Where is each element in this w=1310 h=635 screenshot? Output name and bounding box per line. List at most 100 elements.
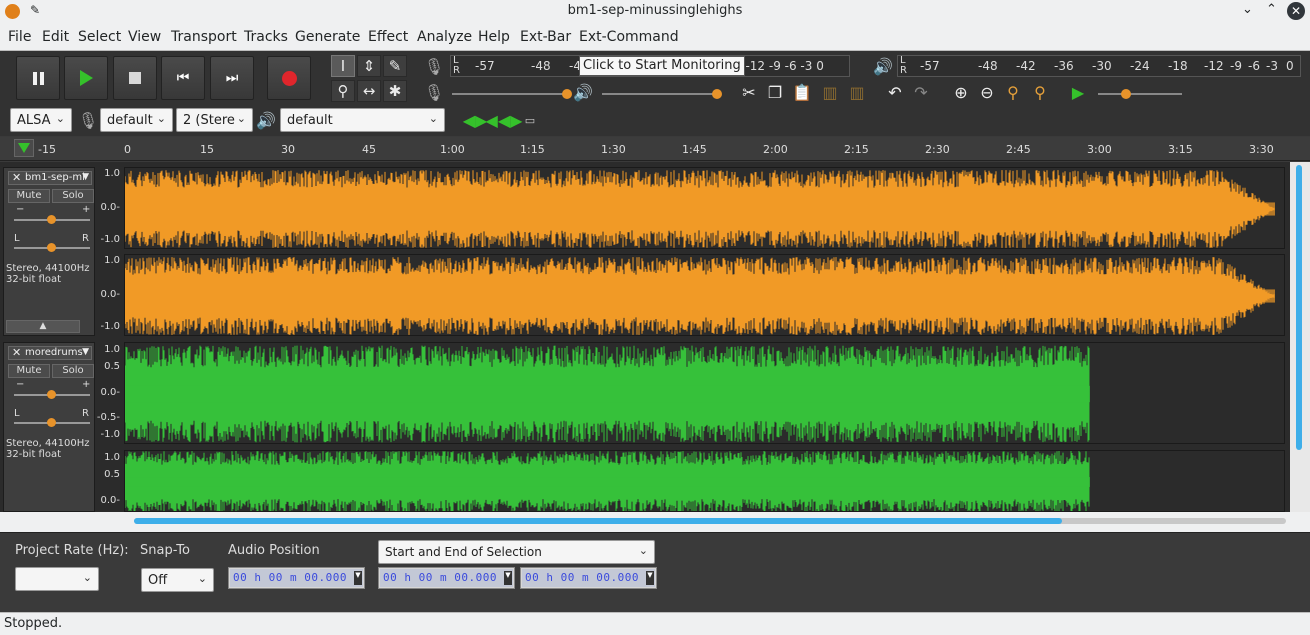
mute-button[interactable]: Mute xyxy=(8,364,50,378)
project-rate-label: Project Rate (Hz): xyxy=(15,543,129,558)
undo-icon[interactable]: ↶ xyxy=(883,80,907,104)
waveform-channel[interactable] xyxy=(124,450,1285,512)
time-format-arrow-icon[interactable]: ▼ xyxy=(504,571,512,585)
menu-ext-command[interactable]: Ext-Command xyxy=(579,29,679,45)
vertical-scroll-thumb[interactable] xyxy=(1296,165,1302,450)
time-format-arrow-icon[interactable]: ▼ xyxy=(354,571,362,585)
time-format-arrow-icon[interactable]: ▼ xyxy=(646,571,654,585)
chevron-down-icon: ⌄ xyxy=(82,571,92,584)
track-name-menu[interactable]: ✕ bm1-sep-mi ▼ xyxy=(8,171,92,185)
close-icon[interactable]: ✕ xyxy=(1287,2,1305,20)
track-control-panel: ✕ bm1-sep-mi ▼ Mute Solo − + L R Stereo, 4… xyxy=(3,167,95,336)
menu-select[interactable]: Select xyxy=(78,29,121,45)
selection-end-field[interactable]: 00 h 00 m 00.000 s ▼ xyxy=(520,567,657,589)
play-speed-slider[interactable] xyxy=(1098,89,1182,99)
project-rate-select[interactable]: ⌄ xyxy=(15,567,99,591)
pause-icon xyxy=(32,71,44,85)
zoom-out-icon[interactable]: ⊖ xyxy=(975,80,999,104)
menu-tracks[interactable]: Tracks xyxy=(244,29,288,45)
skip-start-button[interactable]: ⏮ xyxy=(161,56,205,100)
waveform-channel[interactable] xyxy=(124,342,1285,444)
silence-icon[interactable]: ▥ xyxy=(845,80,869,104)
gain-slider[interactable] xyxy=(14,215,90,224)
record-button[interactable] xyxy=(267,56,311,100)
double-arrow-icon: ↔ xyxy=(362,82,376,100)
pencil-icon: ✎ xyxy=(388,57,402,75)
recording-device-select[interactable]: default ⌄ xyxy=(100,108,173,132)
selection-mode-select[interactable]: Start and End of Selection ⌄ xyxy=(378,540,655,564)
timer-icon[interactable]: ▭ xyxy=(518,108,542,132)
link-icon[interactable]: ◀◀▶ xyxy=(486,108,523,132)
play-head-icon[interactable] xyxy=(14,139,34,157)
menu-analyze[interactable]: Analyze xyxy=(417,29,472,45)
close-icon[interactable]: ✕ xyxy=(12,172,21,184)
track-format: 32-bit float xyxy=(6,449,62,460)
waveform-channel[interactable] xyxy=(124,254,1285,336)
collapse-button[interactable]: ▲ xyxy=(6,320,80,333)
window-title: bm1-sep-minussinglehighs xyxy=(567,3,743,18)
timeline-ruler[interactable]: -15 0 15 30 45 1:00 1:15 1:30 1:45 2:00 … xyxy=(0,137,1310,161)
speaker-icon[interactable]: 🔊 xyxy=(871,54,895,78)
menu-view[interactable]: View xyxy=(128,29,161,45)
snap-to-label: Snap-To xyxy=(140,543,190,558)
menu-effect[interactable]: Effect xyxy=(368,29,408,45)
gain-slider[interactable] xyxy=(14,390,90,399)
cut-icon[interactable]: ✂ xyxy=(737,80,761,104)
asterisk-icon: ✱ xyxy=(388,82,402,100)
fit-selection-icon[interactable]: ⚲ xyxy=(1001,80,1025,104)
paste-icon[interactable]: 📋 xyxy=(790,80,814,104)
pause-button[interactable] xyxy=(16,56,60,100)
selection-start-field[interactable]: 00 h 00 m 00.000 s ▼ xyxy=(378,567,515,589)
stop-icon xyxy=(129,72,141,84)
draw-tool[interactable]: ✎ xyxy=(383,55,407,77)
copy-icon[interactable]: ❐ xyxy=(763,80,787,104)
title-bar: ✎ bm1-sep-minussinglehighs ⌄ ⌃ ✕ xyxy=(0,0,1310,24)
menu-file[interactable]: File xyxy=(8,29,31,45)
playback-device-select[interactable]: default ⌄ xyxy=(280,108,445,132)
zoom-in-icon[interactable]: ⊕ xyxy=(949,80,973,104)
recording-volume-slider[interactable] xyxy=(452,89,572,99)
track-name-menu[interactable]: ✕ moredrums ▼ xyxy=(8,346,92,360)
playback-volume-slider[interactable] xyxy=(602,89,722,99)
snap-to-select[interactable]: Off ⌄ xyxy=(141,568,214,592)
audio-position-label: Audio Position xyxy=(228,543,320,558)
stop-button[interactable] xyxy=(113,56,157,100)
menu-ext-bar[interactable]: Ext-Bar xyxy=(520,29,571,45)
pan-slider[interactable] xyxy=(14,243,90,252)
amplitude-scale: 1.0 0.0- -1.0 xyxy=(97,167,123,249)
solo-button[interactable]: Solo xyxy=(52,189,94,203)
menu-transport[interactable]: Transport xyxy=(171,29,237,45)
solo-button[interactable]: Solo xyxy=(52,364,94,378)
pan-slider[interactable] xyxy=(14,418,90,427)
playback-meter[interactable]: L R -57 -48 -42 -36 -30 -24 -18 -12 -9 -… xyxy=(897,55,1301,77)
play-at-speed-icon[interactable]: ▶ xyxy=(1066,80,1090,104)
waveform-channel[interactable] xyxy=(124,167,1285,249)
mute-button[interactable]: Mute xyxy=(8,189,50,203)
timeshift-tool[interactable]: ↔ xyxy=(357,80,381,102)
maximize-icon[interactable]: ⌃ xyxy=(1266,2,1277,17)
channels-select[interactable]: 2 (Stere ⌄ xyxy=(176,108,253,132)
multi-tool[interactable]: ✱ xyxy=(383,80,407,102)
sync-lock-icon[interactable]: ◀▶ xyxy=(463,108,488,132)
envelope-tool[interactable]: ⇕ xyxy=(357,55,381,77)
minimize-icon[interactable]: ⌄ xyxy=(1242,2,1253,17)
trim-icon[interactable]: ▥ xyxy=(818,80,842,104)
redo-icon[interactable]: ↷ xyxy=(909,80,933,104)
collapse-icon: ▲ xyxy=(39,321,47,331)
skip-end-button[interactable]: ⏭ xyxy=(210,56,254,100)
menu-generate[interactable]: Generate xyxy=(295,29,360,45)
chevron-down-icon: ⌄ xyxy=(55,112,65,125)
microphone-icon[interactable]: 🎙 xyxy=(422,54,446,78)
audio-host-select[interactable]: ALSA ⌄ xyxy=(10,108,72,132)
output-volume-icon: 🔊 xyxy=(573,82,593,102)
horizontal-scroll-thumb[interactable] xyxy=(134,518,1062,524)
selection-tool[interactable]: I xyxy=(331,55,355,77)
zoom-tool[interactable]: ⚲ xyxy=(331,80,355,102)
status-bar: Stopped. xyxy=(0,612,1310,635)
menu-help[interactable]: Help xyxy=(478,29,510,45)
audio-position-field[interactable]: 00 h 00 m 00.000 s ▼ xyxy=(228,567,365,589)
fit-project-icon[interactable]: ⚲ xyxy=(1028,80,1052,104)
play-button[interactable] xyxy=(64,56,108,100)
close-icon[interactable]: ✕ xyxy=(12,347,21,359)
menu-edit[interactable]: Edit xyxy=(42,29,69,45)
